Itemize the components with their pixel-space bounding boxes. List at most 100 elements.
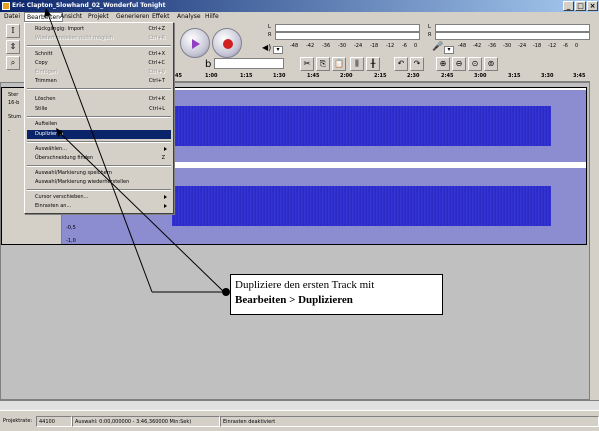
ruler-tick: 2:30: [407, 73, 420, 79]
maximize-button[interactable]: □: [575, 1, 586, 11]
menu-item-snap-to[interactable]: Einrasten an...: [27, 202, 171, 211]
menu-item-label: Duplizieren: [35, 131, 64, 137]
redo-icon[interactable]: ↷: [410, 57, 424, 71]
speaker-icon: ◀): [262, 43, 272, 52]
silence-icon[interactable]: ╫: [366, 57, 380, 71]
envelope-tool-icon[interactable]: ⇕: [6, 40, 20, 54]
waveform-data: [172, 186, 551, 226]
menu-item-move-cursor[interactable]: Cursor verschieben...: [27, 193, 171, 202]
ruler-tick: 3:30: [541, 73, 554, 79]
output-meter-scale: -48 -42 -36 -30 -24 -18 -12 -6 0: [290, 43, 435, 51]
menu-projekt[interactable]: Projekt: [86, 12, 111, 22]
menu-item-undo[interactable]: Rückgängig: Import Ctrl+Z: [27, 25, 171, 34]
menu-item-label: Stille: [35, 106, 48, 112]
menu-effekt[interactable]: Effekt: [150, 12, 171, 22]
meter-tick: -18: [533, 43, 542, 49]
waveform-data: [172, 106, 551, 146]
fit-selection-icon[interactable]: ⊙: [468, 57, 482, 71]
window-title: Eric Clapton_Slowhand_02_Wonderful Tonig…: [12, 2, 166, 9]
app-icon: [2, 2, 10, 10]
cursor-icon: b: [205, 59, 212, 70]
gain-slider[interactable]: -: [8, 128, 10, 134]
mute-button[interactable]: Stum: [8, 114, 21, 120]
minimize-button[interactable]: _: [563, 1, 574, 11]
submenu-arrow-icon: [164, 195, 167, 199]
project-rate-label: Projektrate:: [3, 418, 33, 424]
cut-icon[interactable]: ✂: [300, 57, 314, 71]
menu-item-shortcut: Ctrl+T: [148, 78, 165, 84]
edit-menu-dropdown: Rückgängig: Import Ctrl+Z Wiederherstelle…: [24, 22, 174, 214]
amplitude-scale-label: -0,5: [66, 225, 76, 231]
ruler-tick: 2:00: [340, 73, 353, 79]
fit-project-icon[interactable]: ⊚: [484, 57, 498, 71]
menu-item-shortcut: Z: [161, 155, 165, 161]
menu-analyse[interactable]: Analyse: [175, 12, 203, 22]
menu-generieren[interactable]: Generieren: [114, 12, 152, 22]
output-meter-dropdown[interactable]: ▾: [273, 46, 283, 54]
ruler-tick: 1:00: [205, 73, 218, 79]
paste-icon[interactable]: 📋: [332, 57, 346, 71]
undo-icon[interactable]: ↶: [394, 57, 408, 71]
input-meter-right: [435, 32, 590, 40]
ruler-tick: 1:15: [240, 73, 253, 79]
ruler-tick: 3:15: [508, 73, 521, 79]
menu-item-find-overlap[interactable]: Überschneidung finden Z: [27, 154, 171, 163]
meter-tick: -24: [354, 43, 363, 49]
close-button[interactable]: ×: [587, 1, 598, 11]
meter-in-right-label: R: [428, 32, 432, 38]
menu-separator: [27, 141, 171, 143]
meter-tick: -36: [322, 43, 331, 49]
playback-slider[interactable]: [214, 58, 284, 69]
menu-item-trim[interactable]: Trimmen Ctrl+T: [27, 77, 171, 86]
output-meter-left: [275, 24, 420, 32]
record-button[interactable]: [212, 28, 242, 58]
horizontal-scrollbar[interactable]: [0, 400, 599, 410]
input-meter-scale: -48 -42 -36 -30 -24 -18 -12 -6 0: [458, 43, 593, 51]
copy-icon[interactable]: ⎘: [316, 57, 330, 71]
menu-item-label: Löschen: [35, 96, 56, 102]
meter-tick: -42: [473, 43, 482, 49]
pause-icon: [192, 39, 200, 49]
record-icon: [223, 39, 233, 49]
meter-tick: -42: [306, 43, 315, 49]
menu-separator: [27, 165, 171, 167]
ruler-tick: 3:45: [573, 73, 586, 79]
zoom-in-icon[interactable]: ⊕: [436, 57, 450, 71]
pause-button[interactable]: [180, 28, 210, 58]
menu-item-split[interactable]: Aufteilen: [27, 120, 171, 129]
menu-item-restore-selection[interactable]: Auswahl/Markierung wiederherstellen: [27, 178, 171, 187]
selection-tool-icon[interactable]: I: [6, 24, 20, 38]
menu-item-cut[interactable]: Schnitt Ctrl+X: [27, 50, 171, 59]
zoom-tool-icon[interactable]: ⌕: [6, 56, 20, 70]
menu-ansicht[interactable]: Ansicht: [58, 12, 84, 22]
menu-item-label: Auswahl/Markierung speichern: [35, 170, 112, 176]
menu-datei[interactable]: Datei: [2, 12, 22, 22]
menu-item-shortcut: Ctrl+L: [149, 106, 165, 112]
menu-item-label: Wiederherstellen nicht möglich: [35, 35, 113, 41]
project-rate-field[interactable]: 44100: [36, 416, 72, 427]
menu-item-select[interactable]: Auswählen...: [27, 145, 171, 154]
menu-hilfe[interactable]: Hilfe: [203, 12, 221, 22]
zoom-out-icon[interactable]: ⊖: [452, 57, 466, 71]
menu-item-shortcut: Ctrl+Z: [148, 26, 165, 32]
input-meter-dropdown[interactable]: ▾: [444, 46, 454, 54]
meter-tick: -24: [518, 43, 527, 49]
ruler-tick: 2:45: [441, 73, 454, 79]
track-info-line: Ster: [8, 92, 19, 98]
amplitude-scale-label: -1,0: [66, 238, 76, 244]
timeline-ruler[interactable]: 45 1:00 1:15 1:30 1:45 2:00 2:15 2:30 2:…: [170, 72, 590, 82]
meter-tick: -12: [548, 43, 557, 49]
menu-item-redo[interactable]: Wiederherstellen nicht möglich Ctrl+R: [27, 34, 171, 43]
selection-status: Auswahl: 0:00,000000 - 3:46,360000 Min:S…: [72, 416, 220, 427]
meter-tick: -48: [458, 43, 467, 49]
meter-tick: -18: [370, 43, 379, 49]
menu-item-copy[interactable]: Copy Ctrl+C: [27, 59, 171, 68]
menu-item-delete[interactable]: Löschen Ctrl+K: [27, 95, 171, 104]
menu-item-duplicate[interactable]: Duplizieren: [27, 130, 171, 139]
menu-item-save-selection[interactable]: Auswahl/Markierung speichern: [27, 169, 171, 178]
menu-item-paste[interactable]: Einfügen Ctrl+V: [27, 68, 171, 77]
instruction-callout: Dupliziere den ersten Track mit Bearbeit…: [230, 274, 443, 315]
menu-item-silence[interactable]: Stille Ctrl+L: [27, 105, 171, 114]
trim-icon[interactable]: ⫼: [350, 57, 364, 71]
track-info-line: 16-b: [8, 100, 20, 106]
